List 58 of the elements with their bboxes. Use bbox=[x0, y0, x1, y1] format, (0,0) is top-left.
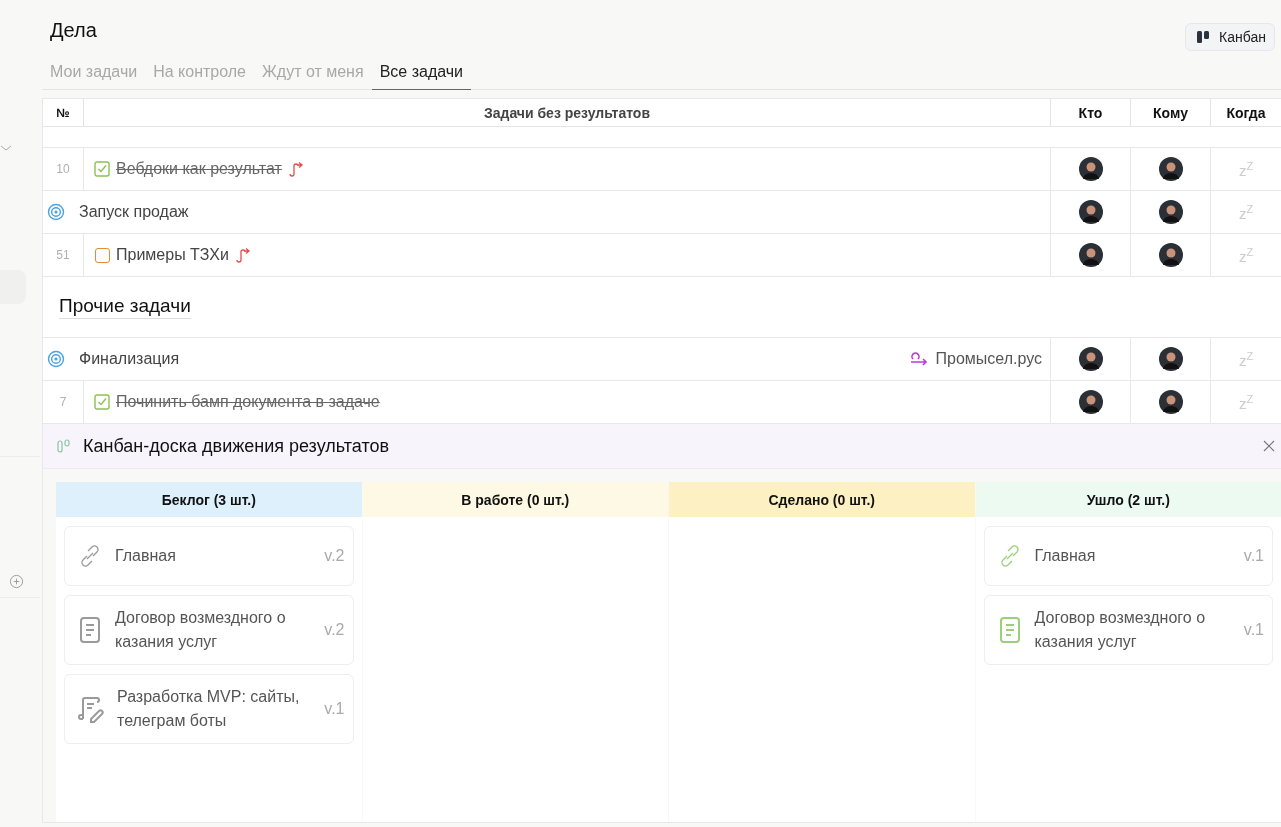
result-card[interactable]: Разработка MVP: сайты, телеграм боты v.1 bbox=[64, 674, 354, 744]
column-header: Когда bbox=[1210, 99, 1281, 126]
tab[interactable]: Все задачи bbox=[371, 60, 472, 90]
result-card[interactable]: Договор возмездного о казания услуг v.2 bbox=[64, 595, 354, 665]
section-title: Прочие задачи bbox=[59, 295, 191, 319]
result-card[interactable]: Главная v.1 bbox=[983, 526, 1273, 586]
card-title: Договор возмездного о казания услуг bbox=[115, 608, 287, 652]
column-header: Беклог (3 шт.) bbox=[56, 482, 362, 517]
avatar bbox=[1158, 347, 1183, 371]
panel-title: Канбан-доска движения результатов bbox=[83, 435, 391, 457]
version-label: v.1 bbox=[324, 700, 345, 718]
column-header: Сделано (0 шт.) bbox=[669, 482, 975, 517]
card-title: Разработка MVP: сайты, телеграм боты bbox=[117, 687, 301, 731]
row-number: 51 bbox=[55, 247, 71, 264]
avatar bbox=[1078, 157, 1103, 181]
avatar bbox=[1078, 200, 1103, 224]
column-header: № bbox=[55, 104, 71, 122]
add-icon[interactable] bbox=[9, 574, 24, 589]
card-title: Договор возмездного о казания услуг bbox=[1034, 608, 1207, 652]
avatar bbox=[1078, 390, 1103, 414]
task-title[interactable]: Вебдоки как результат bbox=[116, 160, 282, 178]
avatar bbox=[1158, 200, 1183, 224]
result-card[interactable]: Главная v.2 bbox=[64, 526, 354, 586]
avatar bbox=[1158, 390, 1183, 414]
version-label: v.1 bbox=[1243, 621, 1264, 639]
card-title: Главная bbox=[115, 546, 177, 566]
result-card[interactable]: Договор возмездного о казания услуг v.1 bbox=[983, 595, 1273, 665]
column-header: Кто bbox=[1050, 99, 1130, 126]
checkbox[interactable] bbox=[94, 394, 110, 410]
target-icon bbox=[47, 350, 65, 368]
row-number: 7 bbox=[58, 394, 68, 411]
avatar bbox=[1158, 243, 1183, 267]
avatar bbox=[1078, 243, 1103, 267]
version-label: v.2 bbox=[324, 547, 345, 565]
checkbox[interactable] bbox=[95, 247, 110, 263]
avatar bbox=[1158, 157, 1183, 181]
goal-title[interactable]: Финализация bbox=[79, 350, 180, 368]
task-title[interactable]: Примеры ТЗХи bbox=[116, 246, 229, 264]
column-header: Ушло (2 шт.) bbox=[975, 482, 1281, 517]
column-header: Кому bbox=[1130, 99, 1210, 126]
column-header: В работе (0 шт.) bbox=[362, 482, 668, 517]
return-arrow-icon bbox=[909, 352, 928, 366]
row-number: 10 bbox=[55, 161, 71, 178]
kanban-icon bbox=[57, 439, 73, 453]
page-title: Дела bbox=[50, 19, 97, 42]
version-label: v.2 bbox=[324, 621, 345, 639]
goal-title[interactable]: Запуск продаж bbox=[79, 203, 189, 221]
avatar bbox=[1078, 347, 1103, 371]
task-title[interactable]: Починить бамп документа в задаче bbox=[116, 393, 380, 411]
checkbox[interactable] bbox=[94, 161, 110, 177]
version-label: v.1 bbox=[1243, 547, 1264, 565]
project-link[interactable]: Промысел.рус bbox=[935, 350, 1042, 368]
close-icon[interactable] bbox=[1263, 440, 1275, 452]
kanban-button[interactable]: Канбан bbox=[1185, 23, 1275, 51]
column-header: Задачи без результатов bbox=[83, 99, 1050, 126]
target-icon bbox=[47, 203, 65, 221]
card-title: Главная bbox=[1034, 546, 1097, 566]
kanban-icon bbox=[1196, 30, 1211, 44]
